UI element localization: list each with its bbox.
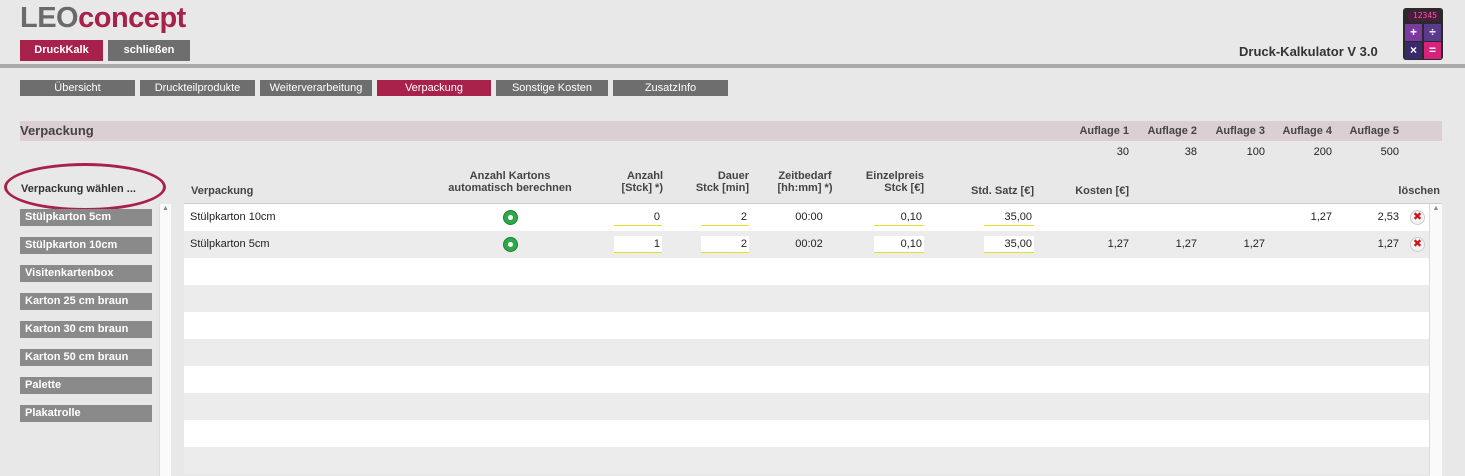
packaging-item[interactable]: Karton 25 cm braun [20, 293, 152, 310]
close-button[interactable]: schließen [108, 40, 190, 61]
col-header-kosten: Kosten [€] [1075, 185, 1129, 197]
table-row-empty [184, 312, 1429, 339]
col-header-auto: Anzahl Kartons automatisch berechnen [448, 170, 572, 194]
table-row-empty [184, 393, 1429, 420]
table-row-empty [184, 447, 1429, 474]
choose-packaging-label: Verpackung wählen ... [21, 183, 136, 195]
stdsatz-input[interactable]: 35,00 [984, 236, 1034, 253]
col-header-stdsatz: Std. Satz [€] [971, 185, 1034, 197]
sidebar-scrollbar[interactable]: ▲ [159, 204, 171, 476]
packaging-item[interactable]: Stülpkarton 10cm [20, 237, 152, 254]
delete-icon[interactable]: ✖ [1410, 210, 1425, 225]
zeitbedarf-value: 00:02 [795, 238, 823, 250]
scroll-up-icon[interactable]: ▲ [1430, 204, 1442, 214]
tab-uebersicht[interactable]: Übersicht [20, 80, 135, 96]
section-title: Verpackung [20, 123, 94, 138]
packaging-item[interactable]: Stülpkarton 5cm [20, 209, 152, 226]
packaging-item[interactable]: Visitenkartenbox [20, 265, 152, 282]
tab-weiterverarbeitung[interactable]: Weiterverarbeitung [260, 80, 372, 96]
zeitbedarf-value: 00:00 [795, 211, 823, 223]
druckkalk-button[interactable]: DruckKalk [20, 40, 103, 61]
auto-calc-icon[interactable] [503, 210, 518, 225]
tab-sonstige-kosten[interactable]: Sonstige Kosten [496, 80, 608, 96]
col-header-anzahl: Anzahl [Stck] *) [621, 170, 663, 194]
table-row: Stülpkarton 5cm 1 2 00:02 0,10 35,00 1,2… [184, 231, 1429, 258]
col-header-verpackung: Verpackung [191, 185, 254, 197]
einzelpreis-input[interactable]: 0,10 [874, 236, 924, 253]
kosten-3: 1,27 [1243, 238, 1265, 250]
packaging-item[interactable]: Karton 30 cm braun [20, 321, 152, 338]
header-divider [0, 64, 1465, 68]
col-header-einzelpreis: Einzelpreis Stck [€] [865, 170, 924, 194]
stdsatz-input[interactable]: 35,00 [984, 209, 1034, 226]
dauer-input[interactable]: 2 [701, 209, 749, 226]
col-header-dauer: Dauer Stck [min] [695, 170, 749, 194]
dauer-input[interactable]: 2 [701, 236, 749, 253]
auto-calc-icon[interactable] [503, 237, 518, 252]
packaging-item[interactable]: Karton 50 cm braun [20, 349, 152, 366]
anzahl-input[interactable]: 0 [614, 209, 662, 226]
calculator-icon: 12345 + ÷ × = [1403, 8, 1443, 60]
tab-druckteilprodukte[interactable]: Druckteilprodukte [140, 80, 255, 96]
packaging-item[interactable]: Plakatrolle [20, 405, 152, 422]
table-row-empty [184, 366, 1429, 393]
kosten-5: 1,27 [1377, 238, 1399, 250]
table-row-empty [184, 420, 1429, 447]
auflage-5-value: 500 [1380, 146, 1399, 158]
table-scrollbar[interactable]: ▲ [1429, 204, 1442, 476]
app-title: Druck-Kalkulator V 3.0 [1239, 44, 1378, 59]
packaging-item[interactable]: Palette [20, 377, 152, 394]
row-name: Stülpkarton 5cm [190, 238, 270, 250]
table-row: Stülpkarton 10cm 0 2 00:00 0,10 35,00 1,… [184, 204, 1429, 231]
anzahl-input[interactable]: 1 [614, 236, 662, 253]
row-name: Stülpkarton 10cm [190, 211, 276, 223]
auflage-5-label: Auflage 5 [1349, 125, 1399, 137]
kosten-5: 2,53 [1377, 211, 1399, 223]
table-row-empty [184, 258, 1429, 285]
tab-verpackung[interactable]: Verpackung [377, 80, 491, 96]
tab-zusatzinfo[interactable]: ZusatzInfo [613, 80, 728, 96]
scroll-up-icon[interactable]: ▲ [160, 204, 171, 214]
col-header-loeschen: löschen [1398, 185, 1440, 197]
table-row-empty [184, 285, 1429, 312]
col-header-zeitbedarf: Zeitbedarf [hh:mm] *) [777, 170, 833, 194]
delete-icon[interactable]: ✖ [1410, 237, 1425, 252]
leoconcept-logo: LEOconcept [20, 2, 186, 34]
einzelpreis-input[interactable]: 0,10 [874, 209, 924, 226]
table-row-empty [184, 339, 1429, 366]
